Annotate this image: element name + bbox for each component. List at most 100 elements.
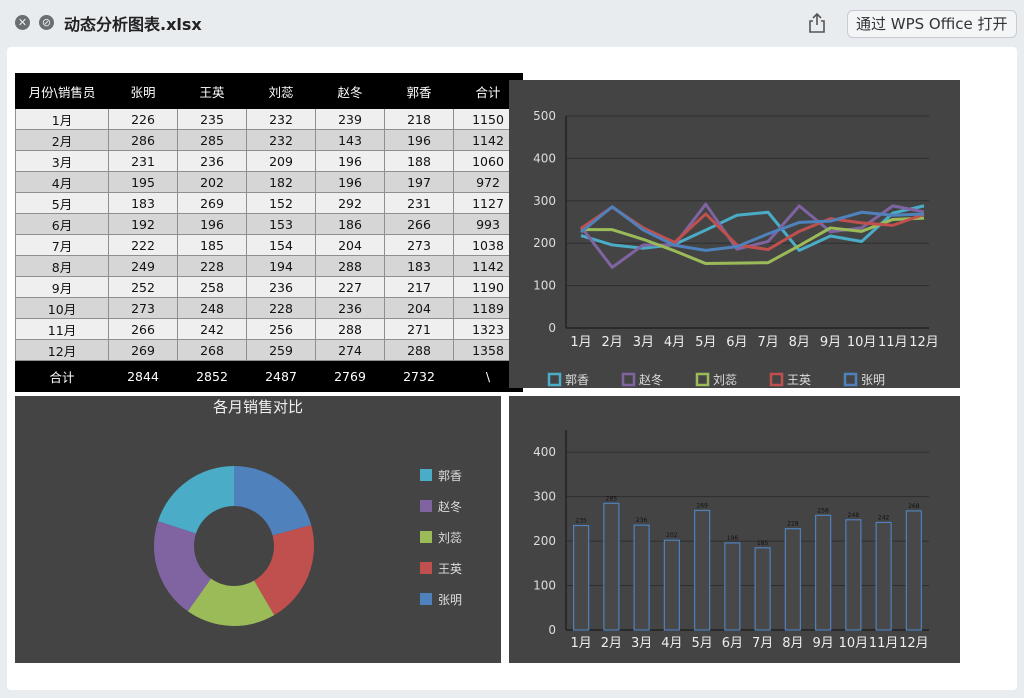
table-cell[interactable]: 183: [108, 192, 178, 214]
table-cell[interactable]: 196: [315, 171, 385, 193]
table-cell[interactable]: 266: [108, 318, 178, 340]
total-cell[interactable]: 2732: [384, 360, 454, 392]
bar: [754, 547, 771, 631]
table-cell[interactable]: 256: [246, 318, 316, 340]
table-cell[interactable]: 197: [384, 171, 454, 193]
table-cell[interactable]: 286: [108, 129, 178, 151]
table-cell[interactable]: 228: [246, 297, 316, 319]
bar-data-label: 242: [878, 514, 890, 521]
table-cell[interactable]: 153: [246, 213, 316, 235]
table-cell[interactable]: 288: [315, 318, 385, 340]
table-cell[interactable]: 271: [384, 318, 454, 340]
table-cell[interactable]: 209: [246, 150, 316, 172]
table-cell[interactable]: 236: [315, 297, 385, 319]
table-cell[interactable]: 202: [177, 171, 247, 193]
table-cell[interactable]: 288: [384, 339, 454, 361]
table-cell[interactable]: 242: [177, 318, 247, 340]
table-cell[interactable]: 285: [177, 129, 247, 151]
table-cell[interactable]: 204: [384, 297, 454, 319]
total-cell[interactable]: 2769: [315, 360, 385, 392]
table-cell[interactable]: 9月: [15, 276, 109, 298]
table-cell[interactable]: 227: [315, 276, 385, 298]
y-tick-label: 200: [533, 534, 556, 548]
table-cell[interactable]: 231: [108, 150, 178, 172]
table-cell[interactable]: 292: [315, 192, 385, 214]
table-cell[interactable]: 222: [108, 234, 178, 256]
legend-swatch: [695, 372, 710, 387]
table-cell[interactable]: 239: [315, 108, 385, 130]
table-cell[interactable]: 274: [315, 339, 385, 361]
column-header[interactable]: 赵冬: [315, 73, 385, 109]
column-header[interactable]: 张明: [108, 73, 178, 109]
table-cell[interactable]: 258: [177, 276, 247, 298]
table-cell[interactable]: 12月: [15, 339, 109, 361]
column-header[interactable]: 郭香: [384, 73, 454, 109]
table-cell[interactable]: 232: [246, 129, 316, 151]
table-cell[interactable]: 8月: [15, 255, 109, 277]
table-cell[interactable]: 2月: [15, 129, 109, 151]
legend-label: 郭香: [438, 469, 462, 483]
table-cell[interactable]: 10月: [15, 297, 109, 319]
table-cell[interactable]: 192: [108, 213, 178, 235]
table-cell[interactable]: 6月: [15, 213, 109, 235]
table-cell[interactable]: 236: [177, 150, 247, 172]
y-tick-label: 0: [548, 623, 556, 637]
table-cell[interactable]: 186: [315, 213, 385, 235]
table-cell[interactable]: 182: [246, 171, 316, 193]
table-cell[interactable]: 252: [108, 276, 178, 298]
total-cell[interactable]: 2487: [246, 360, 316, 392]
table-cell[interactable]: 152: [246, 192, 316, 214]
table-cell[interactable]: 11月: [15, 318, 109, 340]
table-cell[interactable]: 236: [246, 276, 316, 298]
table-cell[interactable]: 154: [246, 234, 316, 256]
table-cell[interactable]: 266: [384, 213, 454, 235]
table-cell[interactable]: 248: [177, 297, 247, 319]
table-cell[interactable]: 4月: [15, 171, 109, 193]
table-cell[interactable]: 217: [384, 276, 454, 298]
close-icon[interactable]: ✕: [15, 15, 30, 30]
table-row: 8月 249 228 194 288 183 1142: [15, 255, 523, 277]
table-cell[interactable]: 232: [246, 108, 316, 130]
column-header[interactable]: 刘蕊: [246, 73, 316, 109]
x-tick-label: 8月: [782, 636, 803, 651]
table-cell[interactable]: 231: [384, 192, 454, 214]
table-cell[interactable]: 269: [108, 339, 178, 361]
share-icon[interactable]: [807, 12, 827, 34]
table-cell[interactable]: 143: [315, 129, 385, 151]
table-cell[interactable]: 269: [177, 192, 247, 214]
open-with-wps-button[interactable]: 通过 WPS Office 打开: [847, 10, 1017, 38]
table-cell[interactable]: 185: [177, 234, 247, 256]
table-cell[interactable]: 5月: [15, 192, 109, 214]
total-cell[interactable]: 2852: [177, 360, 247, 392]
table-cell[interactable]: 226: [108, 108, 178, 130]
total-cell[interactable]: 合计: [15, 360, 109, 392]
table-cell[interactable]: 196: [384, 129, 454, 151]
table-cell[interactable]: 268: [177, 339, 247, 361]
table-cell[interactable]: 249: [108, 255, 178, 277]
legend-swatch: [621, 372, 636, 387]
table-cell[interactable]: 196: [177, 213, 247, 235]
table-cell[interactable]: 204: [315, 234, 385, 256]
table-cell[interactable]: 273: [384, 234, 454, 256]
table-cell[interactable]: 195: [108, 171, 178, 193]
table-cell[interactable]: 273: [108, 297, 178, 319]
legend-label: 赵冬: [438, 499, 462, 514]
block-icon[interactable]: ⊘: [39, 15, 54, 30]
table-cell[interactable]: 1月: [15, 108, 109, 130]
bar: [603, 502, 620, 631]
table-cell[interactable]: 288: [315, 255, 385, 277]
table-cell[interactable]: 194: [246, 255, 316, 277]
column-header[interactable]: 月份\销售员: [15, 73, 109, 109]
table-cell[interactable]: 228: [177, 255, 247, 277]
table-cell[interactable]: 235: [177, 108, 247, 130]
table-cell[interactable]: 183: [384, 255, 454, 277]
table-cell[interactable]: 7月: [15, 234, 109, 256]
table-cell[interactable]: 3月: [15, 150, 109, 172]
x-tick-label: 10月: [839, 636, 869, 651]
table-cell[interactable]: 188: [384, 150, 454, 172]
column-header[interactable]: 王英: [177, 73, 247, 109]
table-cell[interactable]: 259: [246, 339, 316, 361]
table-cell[interactable]: 196: [315, 150, 385, 172]
table-cell[interactable]: 218: [384, 108, 454, 130]
total-cell[interactable]: 2844: [108, 360, 178, 392]
